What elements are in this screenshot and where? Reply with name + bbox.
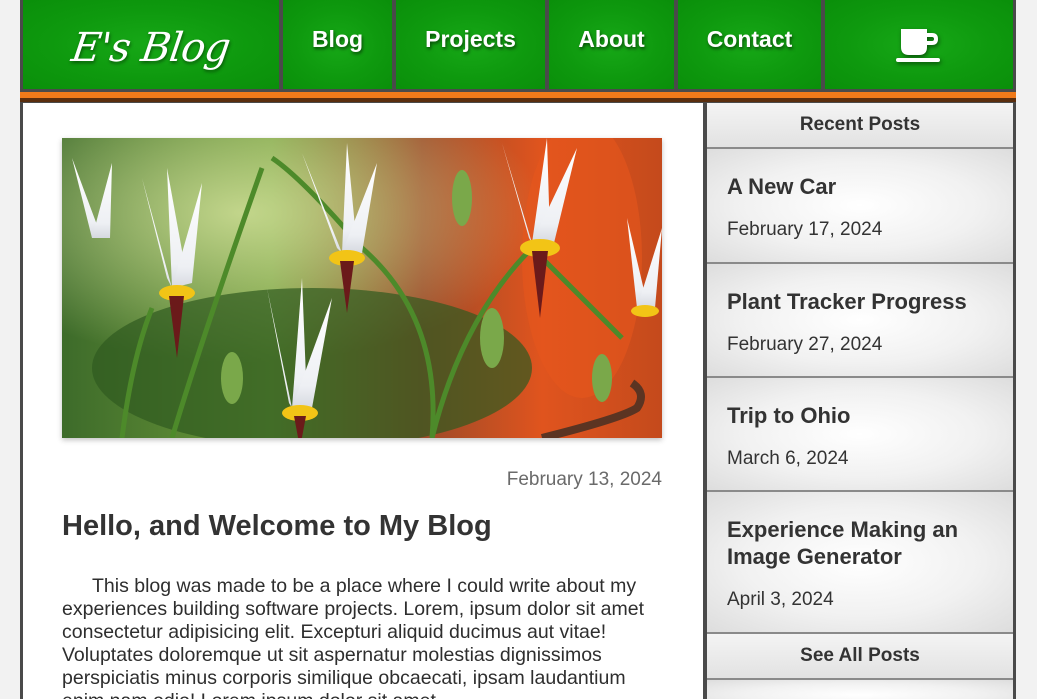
nav-accent-border bbox=[20, 98, 1016, 102]
flower-photo bbox=[62, 138, 662, 438]
top-nav: E's Blog Blog Projects About Contact bbox=[20, 0, 1016, 89]
nav-item-projects[interactable]: Projects bbox=[396, 0, 545, 89]
page-frame: E's Blog Blog Projects About Contact Feb… bbox=[20, 0, 1016, 699]
nav-item-label: About bbox=[578, 26, 645, 52]
recent-post-title: Experience Making an Image Generator bbox=[727, 517, 959, 569]
recent-post-date: February 17, 2024 bbox=[727, 219, 883, 240]
recent-post-date: March 6, 2024 bbox=[727, 448, 849, 469]
main-content: February 13, 2024 Hello, and Welcome to … bbox=[23, 103, 703, 699]
post-title: Hello, and Welcome to My Blog bbox=[62, 510, 492, 542]
site-logo[interactable]: E's Blog bbox=[23, 0, 279, 89]
coffee-button[interactable] bbox=[825, 0, 1013, 89]
recent-posts-sidebar: Recent Posts A New Car February 17, 2024… bbox=[707, 103, 1013, 699]
recent-post-date: April 3, 2024 bbox=[727, 589, 834, 610]
recent-post-item[interactable]: Plant Tracker Progress February 27, 2024 bbox=[707, 264, 1013, 376]
post-date: February 13, 2024 bbox=[506, 469, 662, 490]
recent-post-date: February 27, 2024 bbox=[727, 334, 883, 355]
recent-post-item[interactable]: A New Car February 17, 2024 bbox=[707, 149, 1013, 262]
recent-post-item[interactable]: Experience Making an Image Generator Apr… bbox=[707, 492, 1013, 632]
nav-item-label: Blog bbox=[311, 26, 364, 52]
post-body: This blog was made to be a place where I… bbox=[62, 575, 645, 699]
nav-item-blog[interactable]: Blog bbox=[283, 0, 392, 89]
coffee-cup-icon bbox=[894, 25, 944, 71]
hero-image bbox=[62, 138, 662, 438]
sidebar-footer bbox=[707, 680, 1013, 699]
nav-item-contact[interactable]: Contact bbox=[678, 0, 821, 89]
sidebar-header: Recent Posts bbox=[707, 103, 1013, 147]
nav-item-label: Contact bbox=[706, 26, 793, 52]
see-all-posts-link[interactable]: See All Posts bbox=[707, 634, 1013, 678]
recent-post-title: Plant Tracker Progress bbox=[727, 289, 967, 314]
recent-post-title: Trip to Ohio bbox=[727, 403, 851, 428]
nav-item-about[interactable]: About bbox=[549, 0, 674, 89]
recent-post-title: A New Car bbox=[727, 174, 837, 199]
nav-item-label: Projects bbox=[425, 26, 516, 52]
site-logo-text: E's Blog bbox=[69, 24, 233, 71]
recent-post-item[interactable]: Trip to Ohio March 6, 2024 bbox=[707, 378, 1013, 490]
